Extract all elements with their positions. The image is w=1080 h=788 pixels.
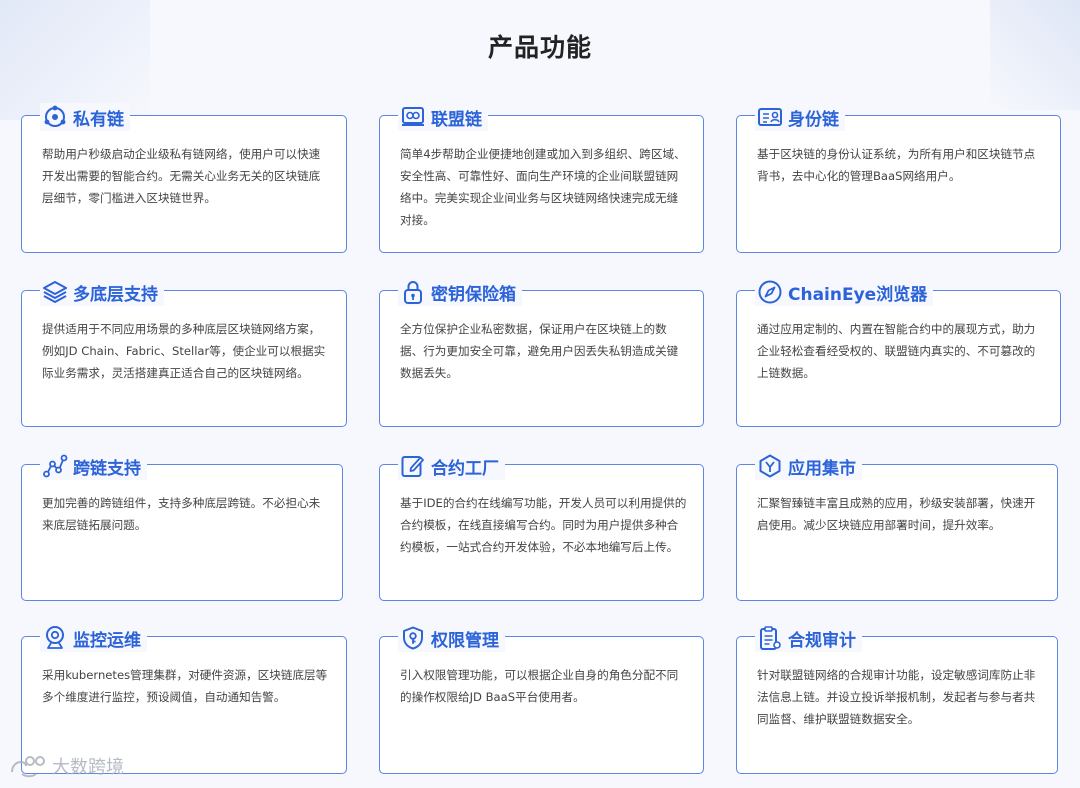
feature-card-identity-chain: 身份链 基于区块链的身份认证系统，为所有用户和区块链节点背书，去中心化的管理Ba…	[736, 103, 1061, 253]
feature-card-header: 应用集市	[755, 452, 862, 480]
feature-card-key-vault: 密钥保险箱 全方位保护企业私密数据，保证用户在区块链上的数据、行为更加安全可靠，…	[379, 278, 704, 427]
feature-title: 监控运维	[73, 630, 141, 651]
cross-chain-icon	[42, 453, 68, 479]
feature-description: 简单4步帮助企业便捷地创建或加入到多组织、跨区域、安全性高、可靠性好、面向生产环…	[400, 147, 686, 227]
feature-title: 应用集市	[788, 458, 856, 479]
feature-card-chaineye-browser: ChainEye浏览器 通过应用定制的、内置在智能合约中的展现方式，助力企业轻松…	[736, 278, 1061, 427]
app-market-icon	[757, 453, 783, 479]
feature-description: 基于区块链的身份认证系统，为所有用户和区块链节点背书，去中心化的管理BaaS网络…	[757, 147, 1036, 183]
feature-card-header: 跨链支持	[40, 452, 147, 480]
feature-title: 跨链支持	[73, 458, 141, 479]
page-title: 产品功能	[487, 33, 592, 62]
audit-clipboard-icon	[757, 625, 783, 651]
feature-title: 密钥保险箱	[431, 284, 516, 305]
layers-icon	[42, 279, 68, 305]
feature-description: 更加完善的跨链组件，支持多种底层跨链。不必担心未来底层链拓展问题。	[42, 496, 321, 532]
feature-card-app-market: 应用集市 汇聚智臻链丰富且成熟的应用，秒级安装部署，快速开启使用。减少区块链应用…	[736, 452, 1058, 601]
feature-card-compliance-audit: 合规审计 针对联盟链网络的合规审计功能，设定敏感词库防止非法信息上链。并设立投诉…	[736, 624, 1058, 774]
feature-card-header: 私有链	[40, 103, 130, 131]
feature-title: ChainEye浏览器	[788, 284, 928, 305]
feature-card-header: 身份链	[755, 103, 845, 131]
feature-card-header: 密钥保险箱	[398, 278, 522, 306]
feature-card-permission: 权限管理 引入权限管理功能，可以根据企业自身的角色分配不同的操作权限给JD Ba…	[379, 624, 704, 774]
consortium-chain-icon	[400, 104, 426, 130]
feature-title: 私有链	[73, 109, 124, 130]
monitor-camera-icon	[42, 625, 68, 651]
shield-key-icon	[400, 625, 426, 651]
feature-description: 基于IDE的合约在线编写功能，开发人员可以利用提供的合约模板，在线直接编写合约。…	[400, 496, 687, 554]
feature-card-header: 合规审计	[755, 624, 862, 652]
watermark: 大数跨境	[8, 752, 124, 780]
feature-card-header: 联盟链	[398, 103, 488, 131]
feature-description: 采用kubernetes管理集群，对硬件资源，区块链底层等多个维度进行监控，预设…	[42, 668, 328, 704]
feature-card-header: 权限管理	[398, 624, 505, 652]
feature-card-header: 监控运维	[40, 624, 147, 652]
feature-card-contract-factory: 合约工厂 基于IDE的合约在线编写功能，开发人员可以利用提供的合约模板，在线直接…	[379, 452, 704, 601]
private-chain-icon	[42, 104, 68, 130]
feature-title: 联盟链	[431, 109, 482, 130]
feature-description: 全方位保护企业私密数据，保证用户在区块链上的数据、行为更加安全可靠，避免用户因丢…	[400, 322, 679, 380]
feature-card-private-chain: 私有链 帮助用户秒级启动企业级私有链网络，使用户可以快速开发出需要的智能合约。无…	[21, 103, 347, 253]
feature-description: 帮助用户秒级启动企业级私有链网络，使用户可以快速开发出需要的智能合约。无需关心业…	[42, 147, 321, 205]
feature-card-consortium-chain: 联盟链 简单4步帮助企业便捷地创建或加入到多组织、跨区域、安全性高、可靠性好、面…	[379, 103, 704, 253]
feature-title: 合规审计	[788, 630, 856, 651]
feature-card-multi-layer: 多底层支持 提供适用于不同应用场景的多种底层区块链网络方案，例如JD Chain…	[21, 278, 347, 427]
feature-description: 提供适用于不同应用场景的多种底层区块链网络方案，例如JD Chain、Fabri…	[42, 322, 326, 380]
watermark-logo-icon	[11, 756, 45, 778]
edit-contract-icon	[400, 453, 426, 479]
feature-card-cross-chain: 跨链支持 更加完善的跨链组件，支持多种底层跨链。不必担心未来底层链拓展问题。	[21, 452, 343, 601]
feature-title: 合约工厂	[431, 458, 499, 479]
feature-card-header: 多底层支持	[40, 278, 164, 306]
feature-description: 引入权限管理功能，可以根据企业自身的角色分配不同的操作权限给JD BaaS平台使…	[400, 668, 679, 704]
feature-card-header: 合约工厂	[398, 452, 505, 480]
feature-description: 针对联盟链网络的合规审计功能，设定敏感词库防止非法信息上链。并设立投诉举报机制，…	[757, 668, 1036, 726]
compass-icon	[757, 279, 783, 305]
feature-card-header: ChainEye浏览器	[755, 278, 934, 306]
lock-icon	[400, 279, 426, 305]
feature-title: 权限管理	[431, 630, 499, 651]
feature-description: 通过应用定制的、内置在智能合约中的展现方式，助力企业轻松查看经受权的、联盟链内真…	[757, 322, 1036, 380]
id-card-icon	[757, 104, 783, 130]
feature-description: 汇聚智臻链丰富且成熟的应用，秒级安装部署，快速开启使用。减少区块链应用部署时间，…	[757, 496, 1036, 532]
watermark-text: 大数跨境	[52, 757, 124, 778]
feature-title: 多底层支持	[73, 284, 158, 305]
feature-title: 身份链	[788, 109, 839, 130]
